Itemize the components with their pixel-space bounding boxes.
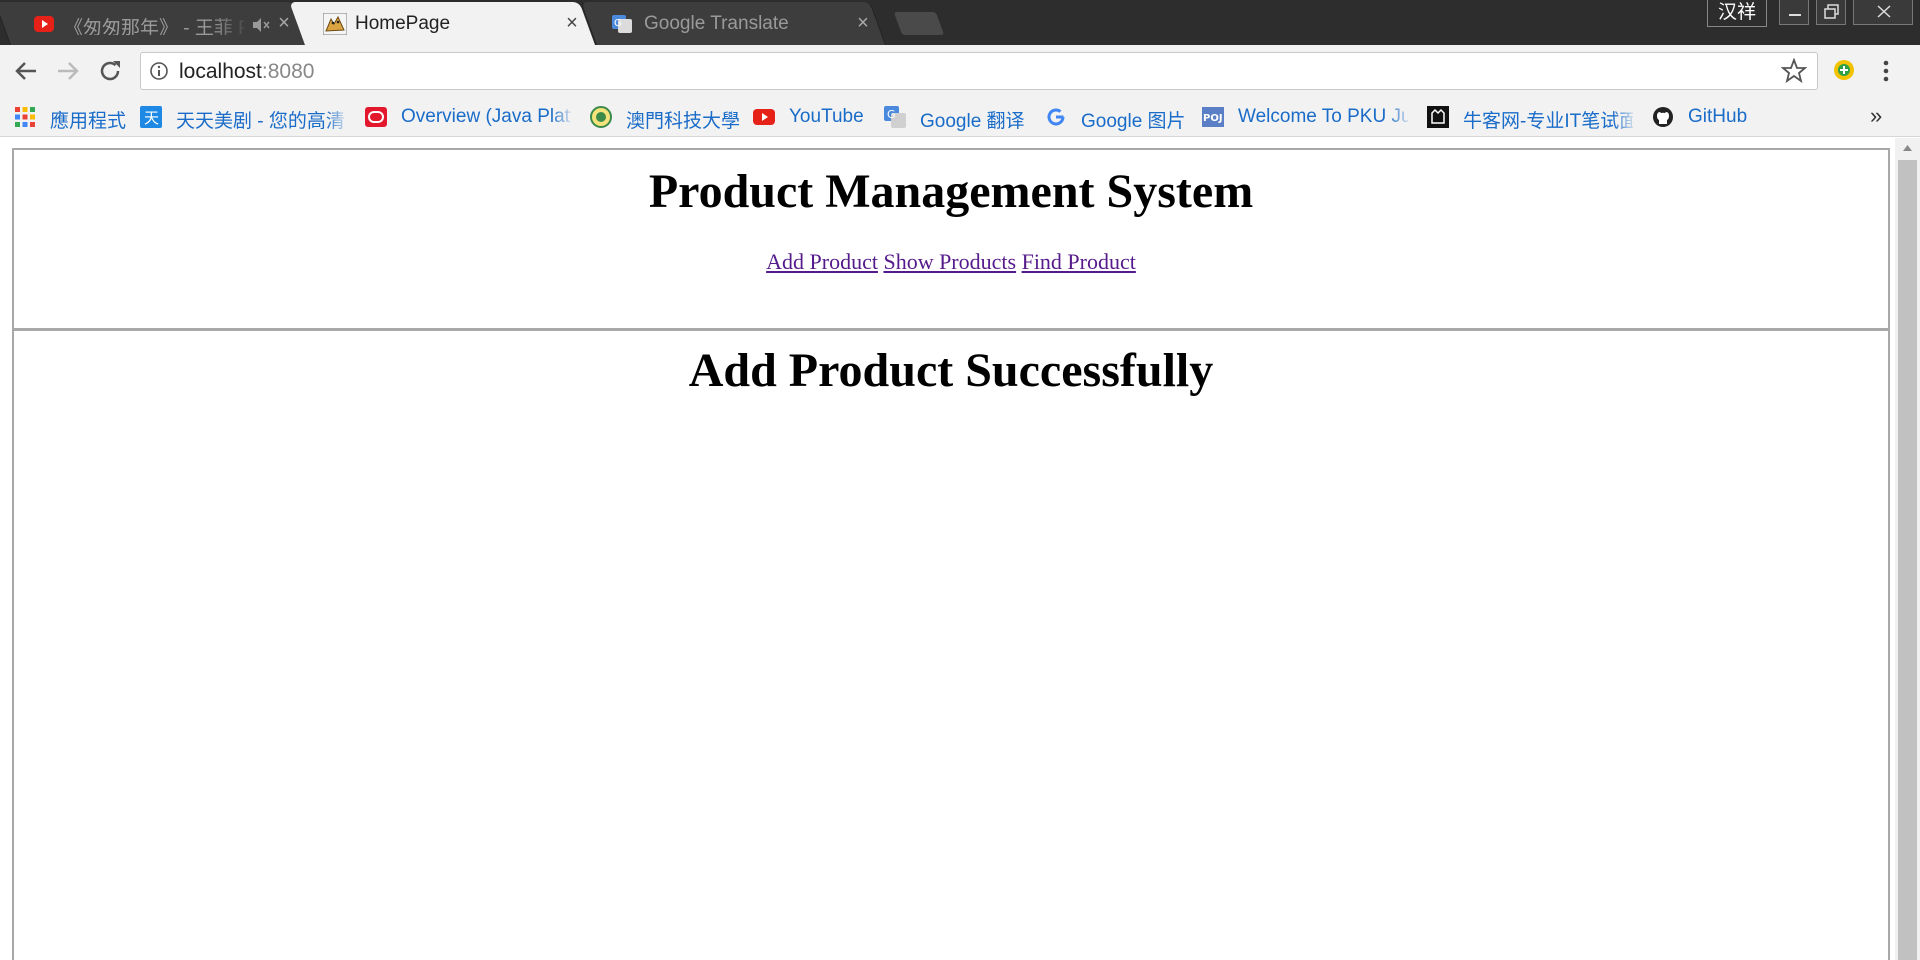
google-translate-icon: G [612, 15, 632, 33]
youtube-icon [753, 109, 775, 125]
bookmark-label: Welcome To PKU Ju [1238, 106, 1408, 127]
bookmark-google-translate[interactable]: G Google 翻译 [884, 103, 1034, 132]
google-translate-icon: G [884, 106, 906, 128]
menu-kebab-icon[interactable] [1878, 58, 1894, 84]
forward-arrow-icon[interactable] [52, 55, 84, 87]
tab-google-translate[interactable]: G Google Translate × [580, 2, 886, 45]
github-icon [1653, 107, 1673, 127]
muted-speaker-icon[interactable] [252, 17, 270, 33]
svg-text:G: G [614, 18, 622, 29]
bookmark-github[interactable]: GitHub [1652, 103, 1772, 131]
page-title: Product Management System [648, 165, 1254, 218]
url-port: :8080 [261, 60, 315, 83]
oracle-icon [365, 107, 387, 127]
must-logo-icon [590, 106, 612, 128]
bookmark-label: Google 图片 [1081, 111, 1186, 132]
bookmark-must[interactable]: 澳門科技大學 [590, 103, 741, 132]
tomcat-icon [323, 13, 347, 35]
scroll-up-arrow-icon[interactable] [1895, 138, 1920, 158]
tab-homepage[interactable]: HomePage × [289, 2, 595, 45]
extension-icon[interactable] [1832, 58, 1856, 82]
scroll-thumb[interactable] [1898, 160, 1917, 960]
page-viewport: Product Management System Add Product Sh… [0, 138, 1920, 960]
bookmark-label: 天天美剧 - 您的高清 [176, 111, 345, 132]
bookmark-star-icon[interactable] [1781, 58, 1807, 84]
info-icon[interactable] [149, 61, 169, 81]
close-icon[interactable]: × [274, 12, 294, 34]
close-icon [1877, 5, 1891, 18]
find-product-link[interactable]: Find Product [1022, 249, 1136, 274]
bookmark-label: YouTube [789, 106, 864, 127]
new-tab-button[interactable] [893, 12, 945, 35]
poj-icon: POJ [1202, 107, 1224, 127]
result-message: Add Product Successfully [688, 344, 1214, 397]
restore-button[interactable] [1816, 0, 1846, 25]
youtube-icon [34, 16, 54, 32]
content-frame: Add Product Successfully [12, 331, 1890, 960]
bookmark-google-images[interactable]: Google 图片 [1045, 103, 1195, 132]
url-text: localhost:8080 [179, 60, 314, 84]
bookmark-tiantian[interactable]: 天 天天美剧 - 您的高清 [140, 103, 350, 132]
tab-music-video[interactable]: 《匆匆那年》 - 王菲 P × [0, 2, 311, 45]
back-arrow-icon[interactable] [10, 55, 42, 87]
bookmarks-overflow-button[interactable]: » [1870, 103, 1882, 129]
bookmark-nowcoder[interactable]: 牛客网-专业IT笔试面 [1427, 103, 1637, 132]
bookmark-label: 牛客网-专业IT笔试面 [1463, 111, 1633, 132]
google-g-icon [1047, 108, 1065, 126]
close-icon[interactable]: × [853, 12, 873, 34]
add-product-link[interactable]: Add Product [766, 249, 878, 274]
svg-text:POJ: POJ [1203, 113, 1223, 124]
close-icon[interactable]: × [562, 12, 582, 34]
bookmark-apps[interactable]: 應用程式 [14, 103, 134, 132]
url-host: localhost [179, 60, 262, 83]
tiantian-icon: 天 [140, 106, 162, 128]
bookmark-label: 應用程式 [50, 111, 127, 132]
bookmarks-bar: 應用程式 天 天天美剧 - 您的高清 Overview (Java Platf … [0, 97, 1920, 137]
page-scrollbar[interactable] [1895, 138, 1920, 960]
window-close-button[interactable] [1853, 0, 1913, 25]
header-frame: Product Management System Add Product Sh… [12, 148, 1890, 331]
bookmark-java-overview[interactable]: Overview (Java Platf [365, 103, 575, 131]
tab-title: HomePage [355, 13, 451, 34]
nowcoder-icon [1427, 106, 1449, 128]
show-products-link[interactable]: Show Products [883, 249, 1016, 274]
nav-links: Add Product Show Products Find Product [14, 249, 1888, 275]
minimize-button[interactable] [1779, 0, 1809, 25]
tab-title: Google Translate [644, 13, 789, 34]
ime-indicator[interactable]: 汉祥 [1707, 0, 1767, 27]
tab-strip: 《匆匆那年》 - 王菲 P × HomePage × G Google Tran… [0, 0, 1920, 45]
minimize-icon [1789, 14, 1801, 16]
svg-text:天: 天 [144, 109, 159, 127]
apps-grid-icon [15, 107, 35, 127]
svg-text:G: G [887, 108, 896, 121]
bookmark-youtube[interactable]: YouTube [753, 103, 873, 131]
bookmark-poj[interactable]: POJ Welcome To PKU Ju [1202, 103, 1412, 131]
bookmark-label: GitHub [1688, 106, 1748, 127]
bookmark-label: Google 翻译 [920, 111, 1025, 132]
bookmark-label: 澳門科技大學 [626, 111, 741, 132]
restore-icon [1824, 4, 1839, 19]
address-bar[interactable]: localhost:8080 [140, 52, 1818, 90]
reload-icon[interactable] [94, 55, 126, 87]
bookmark-label: Overview (Java Platf [401, 106, 571, 127]
browser-toolbar: localhost:8080 [0, 45, 1920, 97]
